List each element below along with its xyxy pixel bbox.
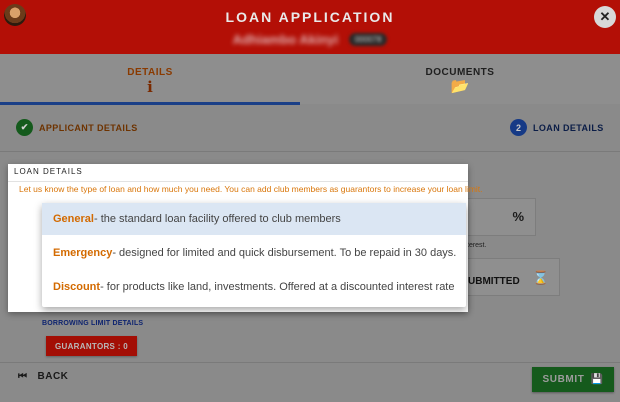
tab-documents-label: DOCUMENTS bbox=[425, 67, 495, 78]
member-name: Adhiambo Akinyi bbox=[232, 32, 339, 48]
loan-type-option-discount[interactable]: Discount - for products like land, inves… bbox=[42, 271, 466, 303]
step-label: APPLICANT DETAILS bbox=[39, 122, 138, 133]
percent-icon: % bbox=[512, 209, 524, 224]
option-description: - designed for limited and quick disburs… bbox=[112, 247, 457, 259]
option-name: Discount bbox=[53, 281, 101, 293]
folder-open-icon: 📂 bbox=[450, 78, 470, 95]
step-number: 2 bbox=[510, 119, 527, 136]
save-icon: 💾 bbox=[590, 374, 604, 385]
back-label: BACK bbox=[37, 371, 69, 382]
loan-type-option-emergency[interactable]: Emergency - designed for limited and qui… bbox=[42, 237, 466, 269]
check-icon: ✔ bbox=[16, 119, 33, 136]
tab-details-label: DETAILS bbox=[127, 67, 173, 78]
member-id-badge: 000078 bbox=[348, 33, 388, 47]
borrowing-limit-link[interactable]: BORROWING LIMIT DETAILS bbox=[42, 320, 143, 327]
step-label: LOAN DETAILS bbox=[533, 122, 604, 133]
panel-title: LOAN DETAILS bbox=[14, 167, 83, 176]
interest-rate-field: % bbox=[466, 198, 536, 236]
submit-label: SUBMIT bbox=[542, 374, 585, 385]
close-icon: ✕ bbox=[599, 9, 611, 24]
divider bbox=[8, 181, 468, 182]
option-name: General bbox=[53, 213, 94, 225]
page-title: LOAN APPLICATION bbox=[225, 9, 395, 25]
guarantors-button[interactable]: GUARANTORS : 0 bbox=[46, 336, 137, 356]
stepper: ✔ APPLICANT DETAILS 2 LOAN DETAILS bbox=[0, 105, 620, 152]
footer-divider bbox=[0, 362, 620, 363]
skip-back-icon: ⏮ bbox=[18, 371, 28, 382]
step-applicant-details[interactable]: ✔ APPLICANT DETAILS bbox=[16, 119, 138, 136]
status-value: UBMITTED bbox=[468, 276, 520, 287]
loan-details-hint: Let us know the type of loan and how muc… bbox=[19, 184, 483, 194]
loan-type-menu: General - the standard loan facility off… bbox=[42, 203, 466, 307]
interest-hint: terest. bbox=[467, 242, 487, 249]
step-loan-details[interactable]: 2 LOAN DETAILS bbox=[510, 119, 604, 136]
close-button[interactable]: ✕ bbox=[594, 6, 616, 28]
option-description: - for products like land, investments. O… bbox=[100, 281, 455, 293]
back-button[interactable]: ⏮ BACK bbox=[18, 371, 68, 382]
member-info: Adhiambo Akinyi 000078 bbox=[0, 31, 620, 49]
application-status-field: UBMITTED ⌛ bbox=[466, 258, 560, 296]
tab-bar: DETAILS i DOCUMENTS 📂 bbox=[0, 54, 620, 105]
tab-details[interactable]: DETAILS i bbox=[0, 54, 300, 105]
hourglass-icon: ⌛ bbox=[532, 270, 549, 285]
option-description: - the standard loan facility offered to … bbox=[93, 213, 341, 225]
loan-type-option-general[interactable]: General - the standard loan facility off… bbox=[42, 203, 466, 235]
option-name: Emergency bbox=[53, 247, 113, 259]
app-header: LOAN APPLICATION Adhiambo Akinyi 000078 … bbox=[0, 0, 620, 54]
submit-button[interactable]: SUBMIT 💾 bbox=[532, 367, 614, 392]
info-icon: i bbox=[147, 78, 153, 96]
tab-documents[interactable]: DOCUMENTS 📂 bbox=[310, 54, 610, 104]
